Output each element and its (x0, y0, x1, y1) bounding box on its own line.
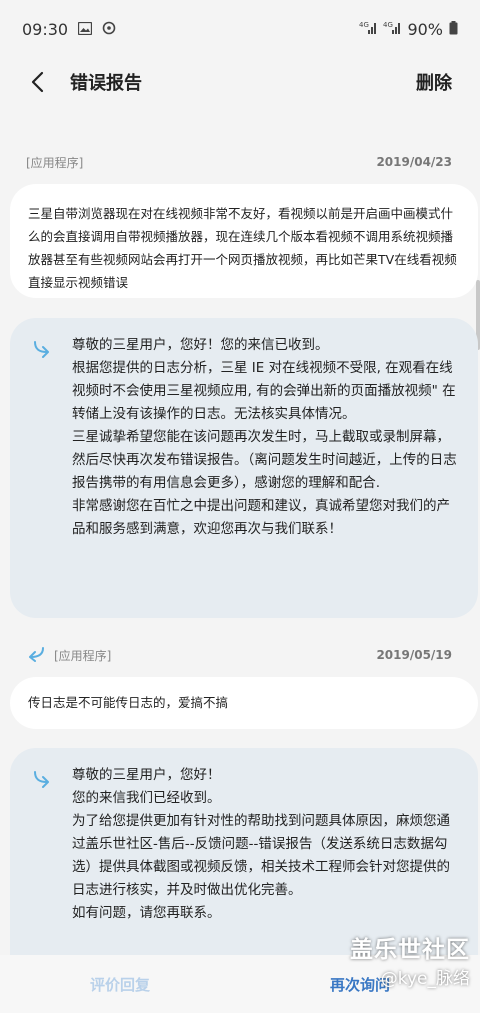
watermark-handle: @kye_脉络 (380, 969, 470, 989)
image-notification-icon (77, 20, 93, 39)
delete-button[interactable]: 删除 (416, 69, 452, 95)
signal-4g-icon: 4G (359, 20, 377, 39)
message-date: 2019/04/23 (376, 155, 452, 169)
watermark: 盖乐世社区 @kye_脉络 (350, 930, 470, 989)
battery-icon (449, 20, 458, 39)
message-meta: [应用程序] 2019/05/19 (26, 645, 452, 665)
page-title: 错误报告 (70, 73, 142, 94)
user-message-card: 三星自带浏览器现在对在线视频非常不友好，看视频以前是开启画中画模式什么的会直接调… (10, 184, 478, 298)
svg-text:4G: 4G (359, 21, 369, 29)
back-button[interactable] (26, 67, 48, 97)
reply-paragraph: 尊敬的三星用户，您好！ (72, 767, 221, 783)
rate-reply-button[interactable]: 评价回复 (0, 974, 240, 995)
message-tag: [应用程序] (26, 155, 84, 170)
status-time: 09:30 (22, 19, 69, 39)
message-meta: [应用程序] 2019/04/23 (26, 152, 452, 172)
reply-paragraph: 三星诚挚希望您能在该问题再次发生时，马上截取或录制屏幕，然后尽快再次发布错误报告… (72, 429, 457, 491)
reply-arrow-icon (32, 340, 54, 366)
user-message-text: 传日志是不可能传日志的，爱搞不搞 (28, 695, 229, 710)
app-bar: 错误报告 删除 (0, 58, 480, 106)
reply-paragraph: 如有问题，请您再联系。 (72, 905, 221, 921)
signal-4g-icon-2: 4G (383, 20, 401, 39)
user-message-text: 三星自带浏览器现在对在线视频非常不友好，看视频以前是开启画中画模式什么的会直接调… (28, 206, 457, 290)
reply-arrow-icon (32, 770, 54, 796)
status-bar: 09:30 4G 4G 90% (0, 0, 480, 58)
message-tag: [应用程序] (54, 648, 112, 663)
sync-notification-icon (102, 20, 116, 39)
reply-back-icon (26, 646, 46, 665)
reply-message-card: 尊敬的三星用户，您好！您的来信已收到。 根据您提供的日志分析，三星 IE 对在线… (10, 318, 478, 618)
message-date: 2019/05/19 (376, 648, 452, 662)
reply-paragraph: 为了给您提供更加有针对性的帮助找到问题具体原因，麻烦您通过盖乐世社区-售后--反… (72, 813, 450, 898)
svg-text:4G: 4G (383, 21, 393, 29)
user-message-card: 传日志是不可能传日志的，爱搞不搞 (10, 677, 478, 729)
reply-paragraph: 非常感谢您在百忙之中提出问题和建议，真诚希望您对我们的产品和服务感到满意，欢迎您… (72, 498, 450, 537)
battery-percent: 90% (407, 19, 443, 39)
watermark-title: 盖乐世社区 (350, 937, 470, 963)
reply-paragraph: 您的来信我们已经收到。 (72, 790, 221, 806)
chevron-left-icon (31, 71, 44, 93)
reply-paragraph: 尊敬的三星用户，您好！您的来信已收到。 (72, 337, 329, 353)
reply-paragraph: 根据您提供的日志分析，三星 IE 对在线视频不受限, 在观看在线视频时不会使用三… (72, 360, 456, 422)
